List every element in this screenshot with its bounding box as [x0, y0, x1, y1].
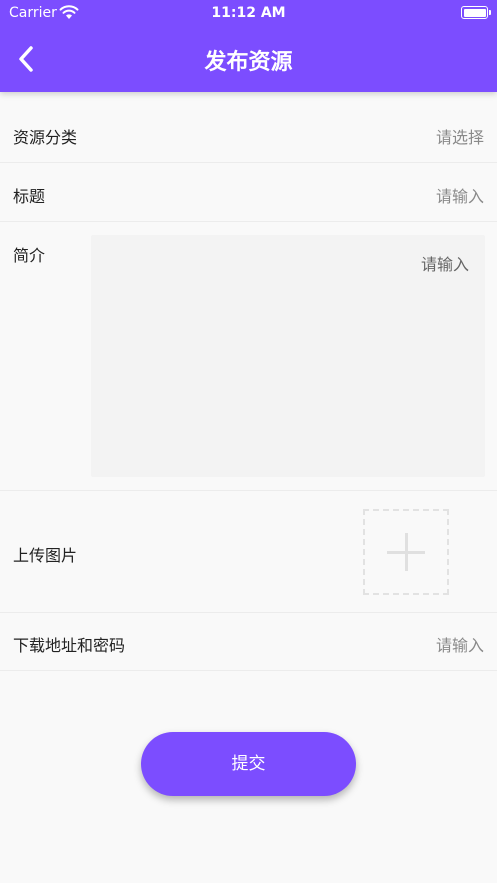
- status-time: 11:12 AM: [211, 5, 286, 21]
- battery-icon: [461, 6, 491, 19]
- intro-placeholder: 请输入: [420, 255, 469, 274]
- download-label: 下载地址和密码: [13, 636, 126, 655]
- nav-bar: 发布资源: [0, 26, 497, 92]
- page-title: 发布资源: [204, 50, 293, 75]
- title-row[interactable]: 标题 请输入: [0, 163, 497, 222]
- title-label: 标题: [13, 187, 46, 206]
- upload-label: 上传图片: [13, 546, 78, 565]
- download-input[interactable]: 请输入: [436, 632, 484, 656]
- app-header: Carrier 11:12 AM 发布资源: [0, 0, 497, 92]
- category-select[interactable]: 请选择: [436, 124, 484, 148]
- intro-label: 简介: [13, 246, 46, 265]
- category-row[interactable]: 资源分类 请选择: [0, 104, 497, 163]
- submit-button[interactable]: 提交: [141, 732, 356, 796]
- upload-image-button[interactable]: [363, 509, 449, 595]
- divider: [0, 490, 497, 491]
- title-input[interactable]: 请输入: [436, 183, 484, 207]
- download-row[interactable]: 下载地址和密码 请输入: [0, 612, 497, 671]
- intro-textarea[interactable]: 请输入: [91, 235, 485, 477]
- status-bar: Carrier 11:12 AM: [0, 0, 497, 26]
- category-label: 资源分类: [13, 128, 78, 147]
